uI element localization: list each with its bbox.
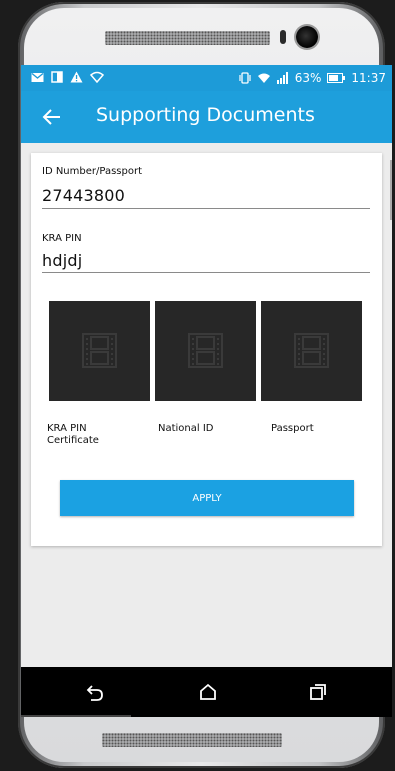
app-bar: Supporting Documents	[21, 91, 392, 143]
id-number-input[interactable]: 27443800	[42, 186, 125, 205]
vibrate-icon	[239, 72, 251, 84]
battery-percent: 63%	[294, 71, 322, 85]
home-icon[interactable]	[197, 681, 219, 703]
page-title: Supporting Documents	[96, 104, 315, 126]
proximity-sensor	[280, 30, 286, 44]
screen: 63% 11:37 Supporting Documents ID Number…	[21, 65, 392, 717]
kra-pin-label: KRA PIN	[42, 233, 82, 244]
status-system: 63% 11:37	[239, 71, 386, 85]
id-number-label: ID Number/Passport	[42, 166, 142, 177]
film-placeholder-icon	[294, 333, 329, 368]
film-placeholder-icon	[188, 333, 223, 368]
nav-progress-line	[21, 715, 131, 717]
documents-card: ID Number/Passport 27443800 KRA PIN hdjd…	[31, 153, 382, 546]
id-number-underline	[42, 208, 370, 209]
kra-pin-input[interactable]: hdjdj	[42, 251, 82, 270]
signal-icon	[276, 72, 288, 84]
navigation-bar	[21, 667, 392, 717]
clock: 11:37	[351, 71, 386, 85]
kra-pin-certificate-thumbnail[interactable]	[49, 301, 150, 401]
back-icon[interactable]	[84, 681, 106, 703]
film-placeholder-icon	[82, 333, 117, 368]
kra-pin-certificate-label: KRA PIN Certificate	[47, 423, 99, 446]
battery-icon	[327, 73, 346, 83]
bottom-speaker-grille	[102, 733, 282, 747]
wifi-outline-icon	[90, 71, 104, 83]
apply-button[interactable]: APPLY	[60, 480, 354, 516]
national-id-thumbnail[interactable]	[155, 301, 256, 401]
passport-thumbnail[interactable]	[261, 301, 362, 401]
front-camera	[296, 26, 318, 48]
arrow-back-icon[interactable]	[41, 106, 63, 128]
screen-icon	[51, 71, 63, 83]
scroll-indicator	[390, 160, 392, 220]
wifi-icon	[257, 73, 270, 83]
top-speaker-grille	[105, 31, 270, 45]
kra-pin-underline	[42, 272, 370, 273]
passport-label: Passport	[271, 423, 314, 434]
recents-icon[interactable]	[307, 681, 329, 703]
warning-icon	[70, 71, 83, 83]
national-id-label: National ID	[158, 423, 214, 434]
status-notifications	[31, 71, 104, 83]
email-icon	[31, 72, 44, 82]
status-bar: 63% 11:37	[21, 65, 392, 91]
